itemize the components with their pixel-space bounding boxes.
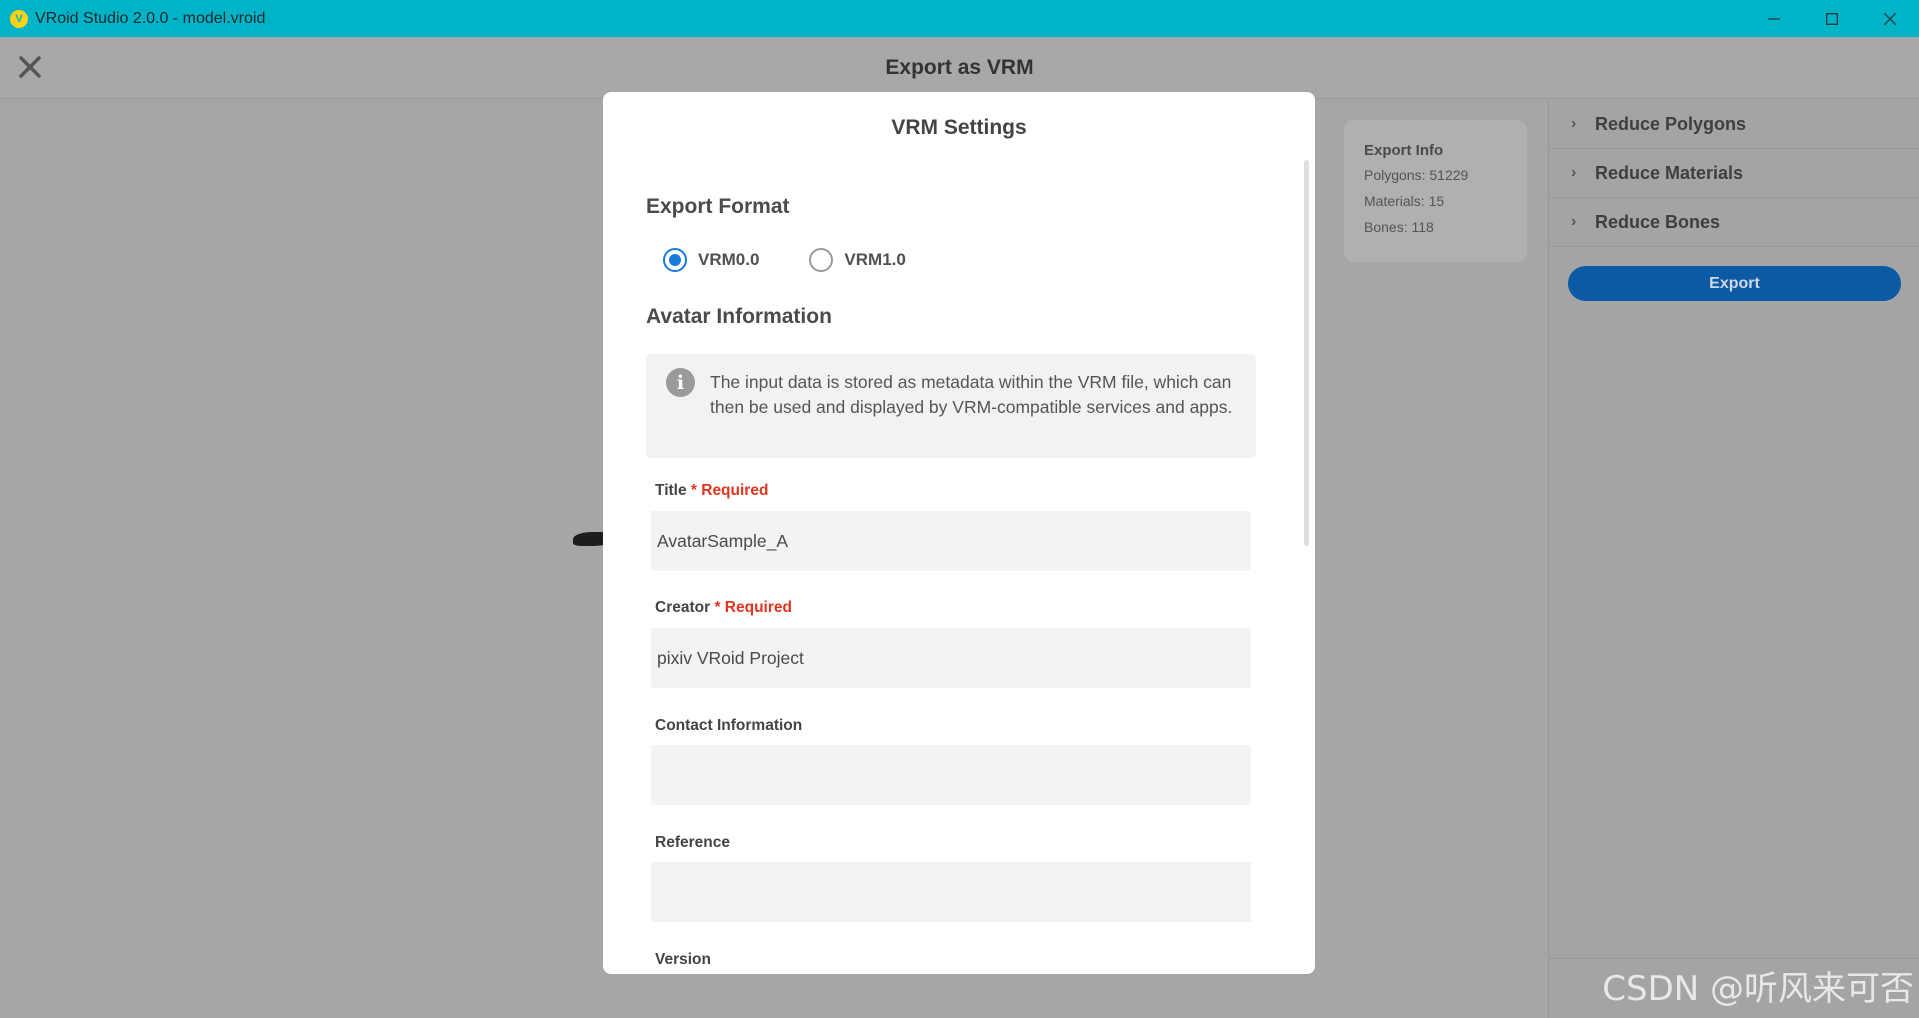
reduce-polygons-item[interactable]: › Reduce Polygons bbox=[1549, 100, 1919, 149]
version-field-label: Version bbox=[655, 951, 711, 968]
creator-field-label: Creator * Required bbox=[655, 599, 792, 617]
minimize-icon[interactable] bbox=[1745, 0, 1803, 37]
right-panel: › Reduce Polygons › Reduce Materials › R… bbox=[1548, 100, 1919, 1018]
dialog-title: VRM Settings bbox=[891, 116, 1027, 139]
radio-unselected-icon[interactable] bbox=[809, 248, 834, 272]
chevron-right-icon: › bbox=[1571, 115, 1577, 132]
reduce-materials-item[interactable]: › Reduce Materials bbox=[1549, 149, 1919, 198]
creator-label-text: Creator bbox=[655, 599, 711, 616]
dialog-scrollbar[interactable] bbox=[1304, 160, 1309, 546]
required-mark: * Required bbox=[714, 599, 792, 616]
materials-count: Materials: 15 bbox=[1364, 193, 1445, 209]
chevron-right-icon: › bbox=[1571, 213, 1577, 230]
window-title: VRoid Studio 2.0.0 - model.vroid bbox=[35, 9, 266, 27]
avatar-info-heading: Avatar Information bbox=[646, 305, 832, 328]
title-field-label: Title * Required bbox=[655, 482, 768, 500]
radio-vrm0[interactable]: VRM0.0 bbox=[663, 248, 759, 272]
export-info-title: Export Info bbox=[1364, 142, 1444, 159]
info-icon: i bbox=[666, 368, 695, 397]
page-title: Export as VRM bbox=[885, 56, 1034, 79]
panel-footer: CSDN @听风来可否 bbox=[1549, 958, 1919, 1018]
maximize-icon[interactable] bbox=[1803, 0, 1861, 37]
radio-vrm1-label: VRM1.0 bbox=[844, 250, 906, 269]
radio-selected-icon[interactable] bbox=[663, 248, 687, 272]
notice-text: The input data is stored as metadata wit… bbox=[710, 372, 1233, 417]
radio-vrm0-label: VRM0.0 bbox=[698, 250, 760, 269]
export-info-card: Export Info Polygons: 51229 Materials: 1… bbox=[1344, 120, 1527, 262]
vroid-logo-icon: V bbox=[10, 9, 28, 28]
reduce-polygons-label: Reduce Polygons bbox=[1595, 113, 1747, 134]
close-icon[interactable] bbox=[1861, 0, 1919, 37]
export-header: Export as VRM bbox=[0, 37, 1919, 99]
title-input[interactable] bbox=[651, 511, 1251, 571]
contact-field-label: Contact Information bbox=[655, 717, 803, 734]
close-export-icon[interactable] bbox=[14, 51, 46, 83]
reference-input[interactable] bbox=[651, 862, 1251, 922]
window-titlebar: V VRoid Studio 2.0.0 - model.vroid bbox=[0, 0, 1919, 37]
vrm-settings-dialog: VRM Settings Export Format VRM0.0 VRM1.0… bbox=[603, 92, 1315, 974]
title-label-text: Title bbox=[655, 482, 687, 499]
reduce-bones-item[interactable]: › Reduce Bones bbox=[1549, 198, 1919, 247]
polygons-count: Polygons: 51229 bbox=[1364, 167, 1469, 183]
export-button[interactable]: Export bbox=[1568, 266, 1901, 301]
reference-field-label: Reference bbox=[655, 834, 730, 851]
creator-input[interactable] bbox=[651, 628, 1251, 688]
required-mark: * Required bbox=[690, 482, 769, 499]
contact-input[interactable] bbox=[651, 745, 1251, 805]
radio-vrm1[interactable]: VRM1.0 bbox=[809, 248, 906, 272]
reduce-bones-label: Reduce Bones bbox=[1595, 211, 1721, 232]
export-format-radio-group: VRM0.0 VRM1.0 bbox=[663, 248, 956, 272]
window-controls bbox=[1745, 0, 1919, 37]
reduce-materials-label: Reduce Materials bbox=[1595, 162, 1744, 183]
chevron-right-icon: › bbox=[1571, 164, 1577, 181]
export-format-heading: Export Format bbox=[646, 195, 790, 218]
watermark-text: CSDN @听风来可否 bbox=[1602, 969, 1914, 1009]
bones-count: Bones: 118 bbox=[1364, 219, 1434, 235]
info-notice: i The input data is stored as metadata w… bbox=[646, 354, 1256, 458]
